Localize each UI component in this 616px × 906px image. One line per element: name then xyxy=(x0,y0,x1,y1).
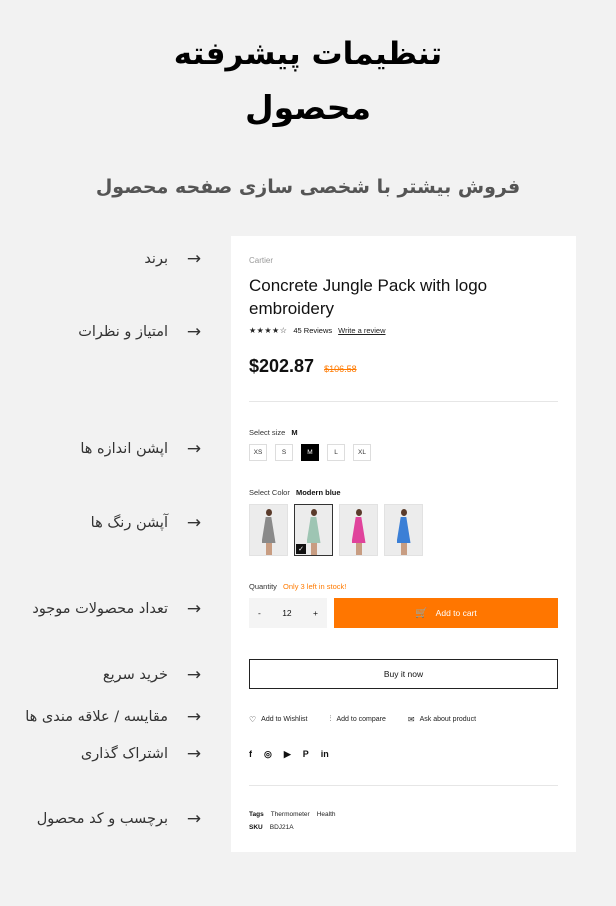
color-swatch-blue[interactable] xyxy=(384,504,423,556)
feature-label: آپشن رنگ ها xyxy=(90,515,168,531)
feature-quick-buy: خرید سریع → xyxy=(103,665,204,685)
stock-note: Only 3 left in stock! xyxy=(283,582,347,591)
feature-label: اپشن اندازه ها xyxy=(80,441,168,457)
divider xyxy=(249,785,558,786)
quantity-stepper: - 12 + xyxy=(249,598,327,628)
feature-colors: آپشن رنگ ها → xyxy=(91,513,204,533)
size-label: Select size M xyxy=(249,428,298,437)
feature-share: اشتراک گذاری → xyxy=(81,744,204,764)
youtube-icon[interactable]: ▶ xyxy=(284,749,291,760)
product-title: Concrete Jungle Pack with logo embroider… xyxy=(249,276,488,318)
sku-row: SKU BDJ21A xyxy=(249,824,294,831)
model-image xyxy=(349,507,369,555)
feature-rating: امتیاز و نظرات → xyxy=(78,322,204,342)
feature-tags-sku: برچسب و کد محصول → xyxy=(37,809,204,829)
qty-minus-button[interactable]: - xyxy=(258,608,261,618)
compare-label: Add to compare xyxy=(336,715,386,723)
hero-title-line1: تنظیمات پیشرفته xyxy=(173,36,443,72)
mail-icon: ✉ xyxy=(407,714,415,724)
old-price: $106.58 xyxy=(324,364,357,374)
size-option-s[interactable]: S xyxy=(275,444,293,461)
current-price: $202.87 xyxy=(249,356,315,376)
product-brand[interactable]: Cartier xyxy=(249,256,273,265)
color-swatch-grey[interactable] xyxy=(249,504,288,556)
size-selected: M xyxy=(291,428,298,437)
product-actions: ♡ Add to Wishlist ⫶ Add to compare ✉ Ask… xyxy=(249,714,476,724)
size-option-l[interactable]: L xyxy=(327,444,345,461)
arrow-right-icon: → xyxy=(186,513,202,533)
model-image xyxy=(259,507,279,555)
tag-link[interactable]: Health xyxy=(317,811,336,818)
feature-label: خرید سریع xyxy=(102,667,168,683)
heart-icon: ♡ xyxy=(249,714,257,724)
model-image xyxy=(394,507,414,555)
qty-value-input[interactable]: 12 xyxy=(282,608,291,618)
qty-plus-button[interactable]: + xyxy=(313,608,318,618)
write-review-link[interactable]: Write a review xyxy=(338,326,385,335)
feature-label: تعداد محصولات موجود xyxy=(32,601,168,617)
add-to-cart-button[interactable]: 🛒 Add to cart xyxy=(334,598,558,628)
feature-label: مقایسه / علاقه مندی ها xyxy=(25,709,168,725)
ask-product-link[interactable]: ✉ Ask about product xyxy=(408,714,476,724)
feature-compare-wishlist: مقایسه / علاقه مندی ها → xyxy=(25,707,204,727)
cart-icon: 🛒 xyxy=(415,607,428,619)
color-swatch-pink[interactable] xyxy=(339,504,378,556)
arrow-right-icon: → xyxy=(186,599,202,619)
feature-brand: برند → xyxy=(144,249,204,269)
color-swatches: ✓ xyxy=(249,504,423,556)
feature-sizes: اپشن اندازه ها → xyxy=(80,439,204,459)
quantity-label-text: Quantity xyxy=(249,582,277,591)
sku-value: BDJ21A xyxy=(269,824,294,831)
color-label-text: Select Color xyxy=(249,488,290,497)
tags-label: Tags xyxy=(249,811,264,818)
pinterest-icon[interactable]: P xyxy=(303,749,309,760)
size-options: XS S M L XL xyxy=(249,444,371,461)
star-rating-icon: ★★★★☆ xyxy=(249,326,288,335)
social-share: f ◎ ▶ P in xyxy=(249,749,329,760)
size-option-xs[interactable]: XS xyxy=(249,444,267,461)
feature-stock: تعداد محصولات موجود → xyxy=(32,599,204,619)
color-label: Select Color Modern blue xyxy=(249,488,341,497)
add-to-cart-label: Add to cart xyxy=(435,608,477,618)
size-option-xl[interactable]: XL xyxy=(353,444,371,461)
instagram-icon[interactable]: ◎ xyxy=(264,749,272,760)
color-swatch-modern-blue[interactable]: ✓ xyxy=(294,504,333,556)
wishlist-label: Add to Wishlist xyxy=(261,715,308,723)
size-option-m[interactable]: M xyxy=(301,444,319,461)
feature-label: برچسب و کد محصول xyxy=(36,811,168,827)
rating-row: ★★★★☆ 45 Reviews Write a review xyxy=(249,326,386,335)
compare-icon: ⫶ xyxy=(329,714,332,723)
feature-label: برند xyxy=(144,251,168,267)
sku-label: SKU xyxy=(249,824,263,831)
arrow-right-icon: → xyxy=(186,744,202,764)
arrow-right-icon: → xyxy=(186,809,202,829)
hero-title-line2: محصول xyxy=(244,88,372,127)
arrow-right-icon: → xyxy=(186,707,202,727)
arrow-right-icon: → xyxy=(186,249,202,269)
feature-label: اشتراک گذاری xyxy=(80,746,168,762)
divider xyxy=(249,401,558,402)
facebook-icon[interactable]: f xyxy=(249,749,252,760)
review-count: 45 Reviews xyxy=(293,326,333,335)
price-row: $202.87 $106.58 xyxy=(249,356,357,377)
arrow-right-icon: → xyxy=(186,322,202,342)
quantity-label: Quantity Only 3 left in stock! xyxy=(249,582,346,591)
compare-link[interactable]: ⫶ Add to compare xyxy=(329,714,385,724)
tags-row: Tags Thermometer Health xyxy=(249,811,336,818)
check-icon: ✓ xyxy=(296,544,306,554)
wishlist-link[interactable]: ♡ Add to Wishlist xyxy=(249,714,307,724)
hero-subtitle: فروش بیشتر با شخصی سازی صفحه محصول xyxy=(95,176,521,198)
buy-now-button[interactable]: Buy it now xyxy=(249,659,558,689)
product-card: Cartier Concrete Jungle Pack with logo e… xyxy=(231,236,576,852)
ask-label: Ask about product xyxy=(419,715,477,723)
size-label-text: Select size xyxy=(249,428,286,437)
feature-label: امتیاز و نظرات xyxy=(78,324,168,340)
color-selected: Modern blue xyxy=(295,488,341,497)
model-image xyxy=(304,507,324,555)
arrow-right-icon: → xyxy=(186,665,202,685)
linkedin-icon[interactable]: in xyxy=(321,749,329,760)
arrow-right-icon: → xyxy=(186,439,202,459)
tag-link[interactable]: Thermometer xyxy=(271,811,310,818)
